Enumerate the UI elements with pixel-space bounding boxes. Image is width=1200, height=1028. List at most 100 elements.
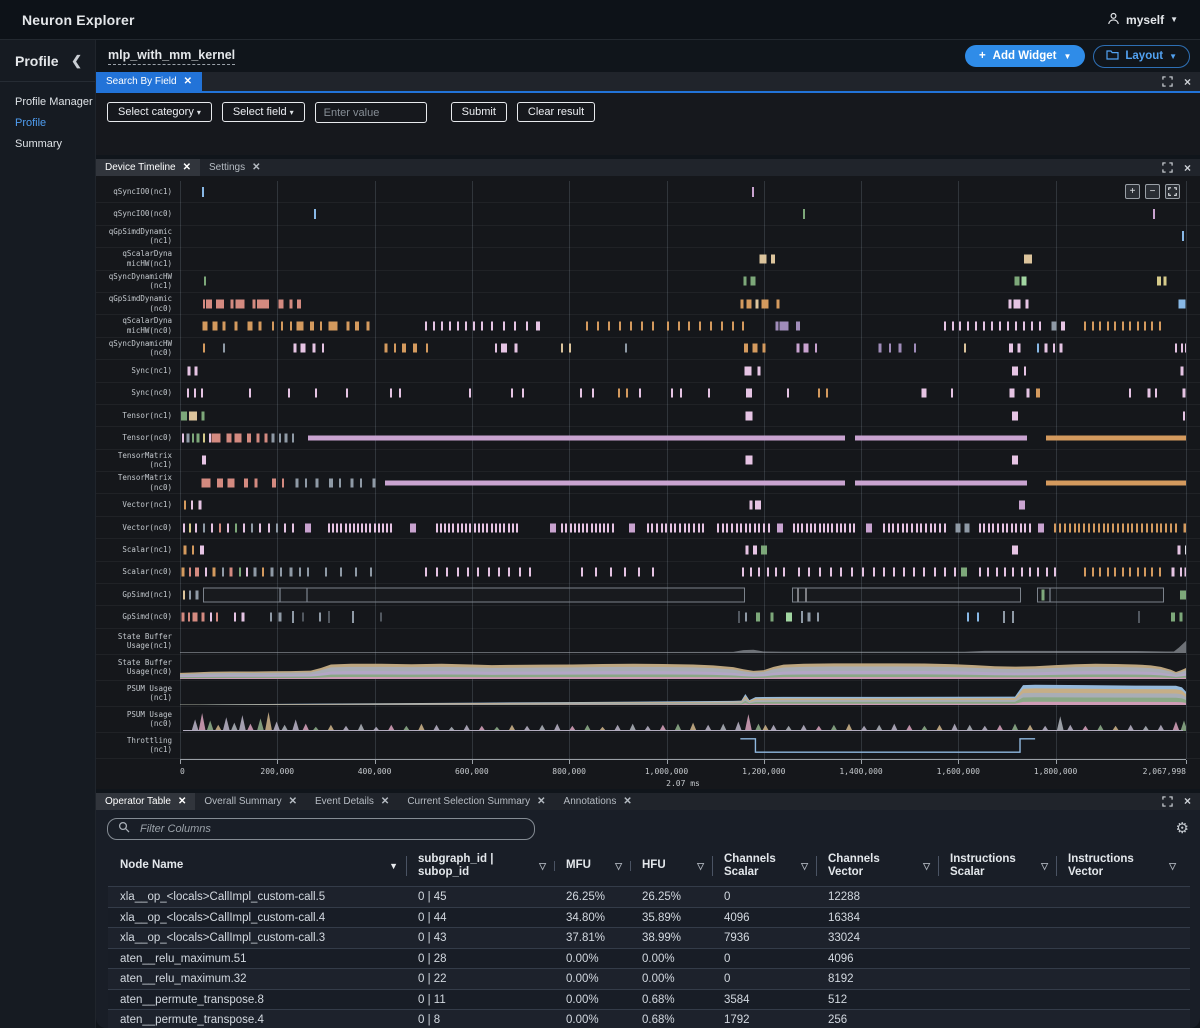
expand-icon[interactable]: [1162, 796, 1173, 807]
layout-button[interactable]: Layout ▼: [1093, 45, 1190, 68]
main-content: mlp_with_mm_kernel + Add Widget ▼ Layout…: [96, 40, 1200, 1028]
expand-icon[interactable]: [1162, 76, 1173, 87]
table-row[interactable]: aten__relu_maximum.320 | 220.00%0.00%081…: [108, 968, 1190, 989]
filter-columns-box[interactable]: [107, 818, 535, 840]
zoom-in-button[interactable]: +: [1125, 184, 1140, 199]
event-mark: [930, 523, 932, 532]
filter-funnel-icon[interactable]: ▽: [697, 861, 704, 871]
close-icon[interactable]: ×: [1184, 162, 1191, 174]
timeline-row-track[interactable]: [180, 606, 1186, 627]
col-header-subgraph-id-subop-id[interactable]: subgraph_id | subop_id▽: [406, 853, 554, 879]
table-row[interactable]: xla__op_<locals>CallImpl_custom-call.30 …: [108, 927, 1190, 948]
close-icon[interactable]: ✕: [183, 162, 191, 173]
close-icon[interactable]: ✕: [537, 796, 545, 807]
tab-current-selection-summary[interactable]: Current Selection Summary✕: [398, 793, 554, 810]
timeline-row-track[interactable]: [180, 629, 1186, 654]
close-icon[interactable]: ✕: [381, 796, 389, 807]
tab-event-details[interactable]: Event Details✕: [306, 793, 398, 810]
table-row[interactable]: aten__permute_transpose.80 | 110.00%0.68…: [108, 989, 1190, 1010]
close-icon[interactable]: ✕: [252, 162, 260, 173]
table-row[interactable]: aten__permute_transpose.40 | 80.00%0.68%…: [108, 1009, 1190, 1028]
timeline-row-track[interactable]: [180, 681, 1186, 706]
timeline-row-track[interactable]: [180, 338, 1186, 359]
timeline-row-track[interactable]: [180, 494, 1186, 515]
event-mark: [639, 389, 641, 398]
timeline-row-track[interactable]: [180, 248, 1186, 269]
col-header-channels-vector[interactable]: Channels Vector▽: [816, 853, 938, 879]
event-mark: [325, 568, 327, 577]
timeline-row-track[interactable]: [180, 271, 1186, 292]
expand-icon[interactable]: [1162, 162, 1173, 173]
filter-funnel-icon[interactable]: ▽: [801, 861, 808, 871]
timeline-row-track[interactable]: [180, 655, 1186, 680]
timeline-row-track[interactable]: [180, 450, 1186, 471]
table-row[interactable]: xla__op_<locals>CallImpl_custom-call.50 …: [108, 886, 1190, 907]
collapse-sidebar-icon[interactable]: ❮: [71, 53, 82, 69]
close-icon[interactable]: ×: [1184, 795, 1191, 807]
timeline-row-track[interactable]: [180, 427, 1186, 448]
tab-annotations[interactable]: Annotations✕: [555, 793, 641, 810]
table-cell: 4096: [712, 912, 816, 924]
select-field-button[interactable]: Select field▾: [222, 102, 305, 122]
clear-result-button[interactable]: Clear result: [517, 102, 595, 122]
tab-settings[interactable]: Settings✕: [200, 159, 270, 176]
sidebar-item-profile-manager[interactable]: Profile Manager: [15, 96, 95, 108]
add-widget-button[interactable]: + Add Widget ▼: [965, 45, 1085, 67]
filter-funnel-icon[interactable]: ▽: [615, 861, 622, 871]
zoom-out-button[interactable]: −: [1145, 184, 1160, 199]
col-header-node-name[interactable]: Node Name▼: [108, 859, 406, 872]
timeline-row-track[interactable]: [180, 315, 1186, 336]
filter-columns-input[interactable]: [138, 822, 524, 836]
filter-funnel-icon[interactable]: ▽: [1169, 861, 1176, 871]
timeline-row-track[interactable]: [180, 539, 1186, 560]
timeline-row-track[interactable]: [180, 383, 1186, 404]
col-header-hfu[interactable]: HFU▽: [630, 859, 712, 872]
gear-icon[interactable]: ⚙: [1176, 821, 1189, 836]
timeline-row-track[interactable]: [180, 405, 1186, 426]
filter-funnel-icon[interactable]: ▽: [923, 861, 930, 871]
table-row[interactable]: aten__relu_maximum.510 | 280.00%0.00%040…: [108, 948, 1190, 969]
timeline-row-track[interactable]: [180, 360, 1186, 381]
close-icon[interactable]: ×: [1184, 76, 1191, 88]
tab-search-by-field[interactable]: Search By Field ✕: [96, 72, 202, 91]
col-header-mfu[interactable]: MFU▽: [554, 859, 630, 872]
timeline-row-track[interactable]: [180, 181, 1186, 202]
timeline-row-track[interactable]: [180, 203, 1186, 224]
timeline-row-track[interactable]: [180, 517, 1186, 538]
event-mark: [235, 433, 242, 442]
timeline-row-track[interactable]: [180, 733, 1186, 758]
filter-funnel-icon[interactable]: ▽: [1041, 861, 1048, 871]
close-icon[interactable]: ✕: [184, 76, 192, 87]
timeline-row-track[interactable]: [180, 584, 1186, 605]
tab-operator-table[interactable]: Operator Table✕: [96, 793, 195, 810]
usage-area-chart: [180, 733, 1186, 758]
timeline-row-track[interactable]: [180, 562, 1186, 583]
sidebar-item-profile[interactable]: Profile: [15, 117, 95, 129]
close-icon[interactable]: ✕: [178, 796, 186, 807]
timeline-row-track[interactable]: [180, 293, 1186, 314]
timeline-row-label: qGpSimdDynamic (nc0): [96, 293, 180, 314]
filter-funnel-icon[interactable]: ▽: [539, 861, 546, 871]
col-header-instructions-scalar[interactable]: Instructions Scalar▽: [938, 853, 1056, 879]
close-icon[interactable]: ✕: [289, 796, 297, 807]
event-mark: [934, 568, 936, 577]
close-icon[interactable]: ✕: [623, 796, 631, 807]
fit-view-button[interactable]: [1165, 184, 1180, 199]
table-row[interactable]: xla__op_<locals>CallImpl_custom-call.40 …: [108, 907, 1190, 928]
sort-descending-icon[interactable]: ▼: [389, 861, 398, 871]
select-category-button[interactable]: Select category▾: [107, 102, 212, 122]
page-title[interactable]: mlp_with_mm_kernel: [108, 48, 235, 65]
submit-button[interactable]: Submit: [451, 102, 507, 122]
col-header-channels-scalar[interactable]: Channels Scalar▽: [712, 853, 816, 879]
col-header-instructions-vector[interactable]: Instructions Vector▽: [1056, 853, 1184, 879]
tab-overall-summary[interactable]: Overall Summary✕: [195, 793, 306, 810]
device-timeline-chart[interactable]: + − qSyncIO0(nc1)qSyncIO0(nc0)qGpSimdDyn…: [96, 176, 1200, 789]
user-menu[interactable]: myself ▼: [1107, 12, 1178, 28]
event-mark: [827, 523, 829, 532]
tab-device-timeline[interactable]: Device Timeline✕: [96, 159, 200, 176]
sidebar-item-summary[interactable]: Summary: [15, 138, 95, 150]
value-input[interactable]: [315, 102, 427, 123]
timeline-row-track[interactable]: [180, 472, 1186, 493]
timeline-row-track[interactable]: [180, 707, 1186, 732]
timeline-row-track[interactable]: [180, 226, 1186, 247]
